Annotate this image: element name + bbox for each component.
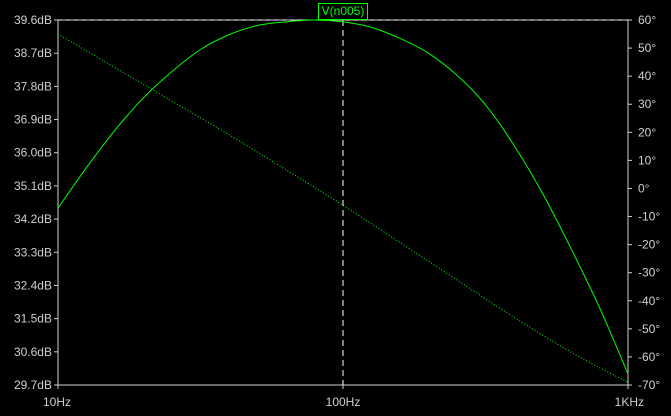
right-tick-label: 20°	[638, 125, 656, 139]
right-tick-label: -60°	[638, 350, 660, 364]
right-tick-label: 30°	[638, 97, 656, 111]
x-tick-label: 10Hz	[43, 395, 71, 409]
left-tick-label: 34.2dB	[14, 212, 52, 226]
right-tick-label: 50°	[638, 41, 656, 55]
left-tick-label: 33.3dB	[14, 245, 52, 259]
right-tick-label: -20°	[638, 238, 660, 252]
x-tick-label: 100Hz	[326, 395, 361, 409]
right-tick-label: -30°	[638, 266, 660, 280]
left-tick-label: 36.0dB	[14, 146, 52, 160]
x-tick-label: 1KHz	[615, 395, 644, 409]
right-tick-label: 60°	[638, 13, 656, 27]
left-tick-label: 38.7dB	[14, 46, 52, 60]
right-tick-label: 10°	[638, 153, 656, 167]
left-tick-label: 30.6dB	[14, 345, 52, 359]
left-tick-label: 37.8dB	[14, 79, 52, 93]
left-tick-label: 36.9dB	[14, 113, 52, 127]
plot-window: 39.6dB 38.7dB 37.8dB 36.9dB 36.0dB 35.1dB 34.2…	[0, 0, 671, 416]
chart-title[interactable]: V(n005)	[318, 3, 368, 20]
phase-series-line	[57, 33, 629, 383]
chart-canvas: 39.6dB 38.7dB 37.8dB 36.9dB 36.0dB 35.1dB 34.2…	[14, 13, 660, 409]
left-tick-label: 39.6dB	[14, 13, 52, 27]
right-tick-label: 40°	[638, 69, 656, 83]
left-tick-label: 31.5dB	[14, 312, 52, 326]
right-tick-label: -10°	[638, 210, 660, 224]
left-tick-label: 29.7dB	[14, 378, 52, 392]
right-tick-label: 0°	[638, 181, 650, 195]
right-tick-label: -70°	[638, 378, 660, 392]
right-tick-label: -40°	[638, 294, 660, 308]
right-tick-label: -50°	[638, 322, 660, 336]
left-tick-label: 35.1dB	[14, 179, 52, 193]
left-tick-label: 32.4dB	[14, 278, 52, 292]
